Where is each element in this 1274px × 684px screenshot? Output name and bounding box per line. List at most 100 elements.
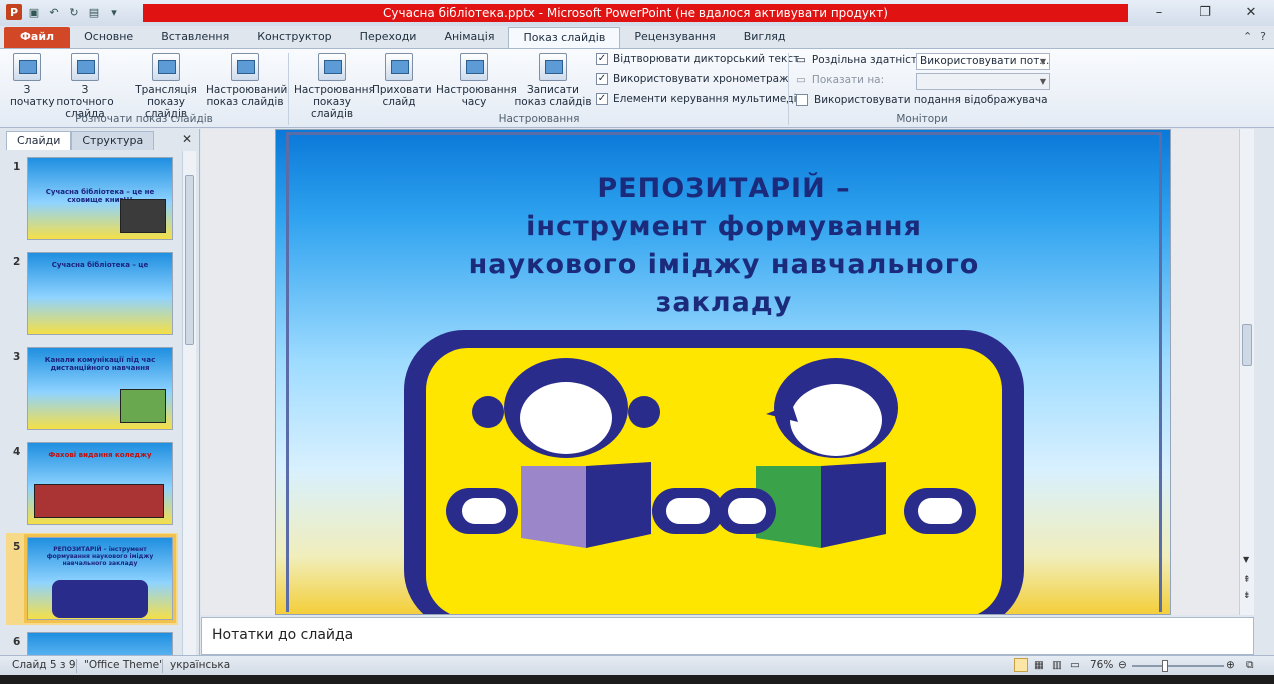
logo-background bbox=[426, 348, 1002, 614]
customize-qat-icon[interactable]: ▾ bbox=[106, 4, 122, 20]
notes-pane[interactable]: Нотатки до слайда bbox=[201, 617, 1254, 655]
tab-slide-show[interactable]: Показ слайдів bbox=[508, 27, 621, 48]
slide-scrollbar[interactable]: ▼ ⇞ ⇟ bbox=[1239, 129, 1254, 615]
layout-icon[interactable]: ▤ bbox=[86, 4, 102, 20]
normal-view-icon[interactable] bbox=[1014, 658, 1028, 672]
close-icon[interactable]: ✕ bbox=[182, 132, 192, 146]
tab-file[interactable]: Файл bbox=[4, 27, 71, 48]
theme-name[interactable]: "Office Theme" bbox=[84, 659, 164, 671]
show-on-dropdown[interactable]: ▼ bbox=[916, 73, 1050, 90]
broadcast-icon bbox=[152, 53, 180, 81]
slides-pane: Слайди Структура ✕ 1 Сучасна бібліотека … bbox=[0, 129, 200, 655]
slide-sorter-icon[interactable]: ▦ bbox=[1034, 659, 1044, 671]
tab-review[interactable]: Рецензування bbox=[620, 27, 729, 48]
slide-number: 2 bbox=[13, 256, 21, 268]
previous-slide-icon[interactable]: ⇞ bbox=[1243, 575, 1251, 585]
broadcast-button[interactable]: Трансляція показу слайдів bbox=[128, 53, 204, 120]
thumbnail-picture bbox=[120, 389, 166, 423]
media-controls-label: Елементи керування мультимедіа bbox=[613, 93, 803, 105]
hide-slide-button[interactable]: Приховати слайд bbox=[372, 53, 432, 108]
tab-animations[interactable]: Анімація bbox=[430, 27, 508, 48]
checkbox-unchecked-icon bbox=[796, 94, 808, 106]
slide-thumbnail-5[interactable]: 5 РЕПОЗИТАРІЙ – інструмент формування на… bbox=[0, 533, 182, 625]
from-beginning-button[interactable]: З початку bbox=[10, 53, 55, 108]
setup-show-button[interactable]: Настроювання показу слайдів bbox=[294, 53, 375, 120]
scrollbar-thumb[interactable] bbox=[185, 175, 194, 345]
slide-thumbnails: 1 Сучасна бібліотека – це не сховище кни… bbox=[0, 151, 182, 655]
reading-view-icon[interactable]: ▥ bbox=[1052, 659, 1062, 671]
slide-thumbnail-2[interactable]: 2 Сучасна бібліотека – це bbox=[0, 248, 182, 336]
redo-icon[interactable]: ↻ bbox=[66, 4, 82, 20]
thumbnail-picture bbox=[120, 199, 166, 233]
zoom-in-icon[interactable]: ⊕ bbox=[1226, 659, 1235, 671]
scrollbar-thumb[interactable] bbox=[1242, 324, 1252, 366]
rehearse-timings-button[interactable]: Настроювання часу bbox=[436, 53, 517, 108]
chevron-down-icon: ▼ bbox=[1039, 57, 1046, 66]
presenter-view-checkbox[interactable]: Використовувати подання відображувача bbox=[796, 94, 1048, 106]
zoom-level[interactable]: 76% bbox=[1090, 659, 1113, 671]
pane-tabs: Слайди Структура ✕ bbox=[0, 129, 200, 151]
current-slide[interactable]: РЕПОЗИТАРІЙ – інструмент формування наук… bbox=[275, 129, 1171, 615]
minimize-ribbon-icon[interactable]: ⌃ bbox=[1243, 30, 1252, 43]
tab-home[interactable]: Основне bbox=[70, 27, 147, 48]
custom-show-label: Настроюваний показ слайдів bbox=[206, 84, 288, 108]
slide-number: 3 bbox=[13, 351, 21, 363]
hide-slide-label: Приховати слайд bbox=[372, 84, 432, 108]
tab-slides[interactable]: Слайди bbox=[6, 130, 72, 150]
slideshow-view-icon[interactable]: ▭ bbox=[1070, 659, 1080, 671]
thumbnail-image: Фахові видання коледжу bbox=[27, 442, 173, 525]
separator bbox=[162, 659, 163, 673]
tab-view[interactable]: Вигляд bbox=[730, 27, 800, 48]
thumbnails-scrollbar[interactable] bbox=[182, 151, 196, 655]
title-bar: P ▣ ↶ ↻ ▤ ▾ Сучасна бібліотека.pptx - Mi… bbox=[0, 0, 1274, 26]
play-narrations-checkbox[interactable]: ✓ Відтворювати дикторський текст bbox=[596, 53, 799, 65]
thumbnail-text: РЕПОЗИТАРІЙ – інструмент формування наук… bbox=[46, 546, 154, 567]
undo-icon[interactable]: ↶ bbox=[46, 4, 62, 20]
separator bbox=[788, 53, 789, 125]
slide-number: 6 bbox=[13, 636, 21, 648]
maximize-button[interactable]: ❐ bbox=[1182, 0, 1228, 24]
save-icon[interactable]: ▣ bbox=[26, 4, 42, 20]
from-current-button[interactable]: З поточного слайда bbox=[52, 53, 118, 120]
slide-thumbnail-6[interactable]: 6 bbox=[0, 628, 182, 655]
zoom-slider-thumb[interactable] bbox=[1162, 660, 1168, 672]
close-button[interactable]: ✕ bbox=[1228, 0, 1274, 24]
language-indicator[interactable]: українська bbox=[170, 659, 230, 671]
slide-thumbnail-3[interactable]: 3 Канали комунікації під час дистанційно… bbox=[0, 343, 182, 431]
notes-placeholder: Нотатки до слайда bbox=[212, 627, 354, 643]
thumbnail-text: Фахові видання коледжу bbox=[48, 451, 152, 459]
tab-outline[interactable]: Структура bbox=[71, 130, 155, 150]
resolution-value: Використовувати пот... bbox=[920, 55, 1050, 67]
play-narrations-label: Відтворювати дикторський текст bbox=[613, 53, 800, 65]
thumbnail-image bbox=[27, 632, 173, 655]
quick-access-toolbar: P ▣ ↶ ↻ ▤ ▾ bbox=[6, 4, 122, 20]
resolution-dropdown[interactable]: Використовувати пот... ▼ bbox=[916, 53, 1050, 70]
slide-title-line: РЕПОЗИТАРІЙ – bbox=[597, 173, 851, 204]
powerpoint-logo-icon[interactable]: P bbox=[6, 4, 22, 20]
separator bbox=[76, 659, 77, 673]
setup-show-icon bbox=[318, 53, 346, 81]
show-on-label: Показати на: bbox=[811, 74, 885, 86]
next-slide-icon[interactable]: ⇟ bbox=[1243, 591, 1251, 601]
record-show-button[interactable]: Записати показ слайдів bbox=[514, 53, 592, 108]
use-timings-checkbox[interactable]: ✓ Використовувати хронометраж bbox=[596, 73, 789, 85]
tab-transitions[interactable]: Переходи bbox=[346, 27, 431, 48]
monitor-icon: ▭ bbox=[796, 54, 806, 66]
media-controls-checkbox[interactable]: ✓ Елементи керування мультимедіа bbox=[596, 93, 803, 105]
tab-insert[interactable]: Вставлення bbox=[147, 27, 243, 48]
zoom-out-icon[interactable]: ⊖ bbox=[1118, 659, 1127, 671]
minimize-button[interactable]: – bbox=[1136, 0, 1182, 24]
monitor-icon: ▭ bbox=[796, 74, 806, 86]
fit-to-window-icon[interactable]: ⧉ bbox=[1246, 659, 1254, 672]
slide-thumbnail-1[interactable]: 1 Сучасна бібліотека – це не сховище кни… bbox=[0, 153, 182, 241]
window-edge bbox=[1255, 129, 1274, 655]
slide-title[interactable]: РЕПОЗИТАРІЙ – інструмент формування наук… bbox=[276, 170, 1170, 322]
thumbnail-text: Сучасна бібліотека – це bbox=[51, 261, 149, 269]
scroll-down-icon[interactable]: ▼ bbox=[1243, 555, 1249, 564]
help-icon[interactable]: ? bbox=[1260, 30, 1266, 43]
slide-thumbnail-4[interactable]: 4 Фахові видання коледжу bbox=[0, 438, 182, 526]
custom-show-button[interactable]: Настроюваний показ слайдів bbox=[206, 53, 288, 108]
tab-design[interactable]: Конструктор bbox=[243, 27, 345, 48]
zoom-slider-track[interactable] bbox=[1132, 665, 1224, 667]
record-show-label: Записати показ слайдів bbox=[514, 84, 592, 108]
